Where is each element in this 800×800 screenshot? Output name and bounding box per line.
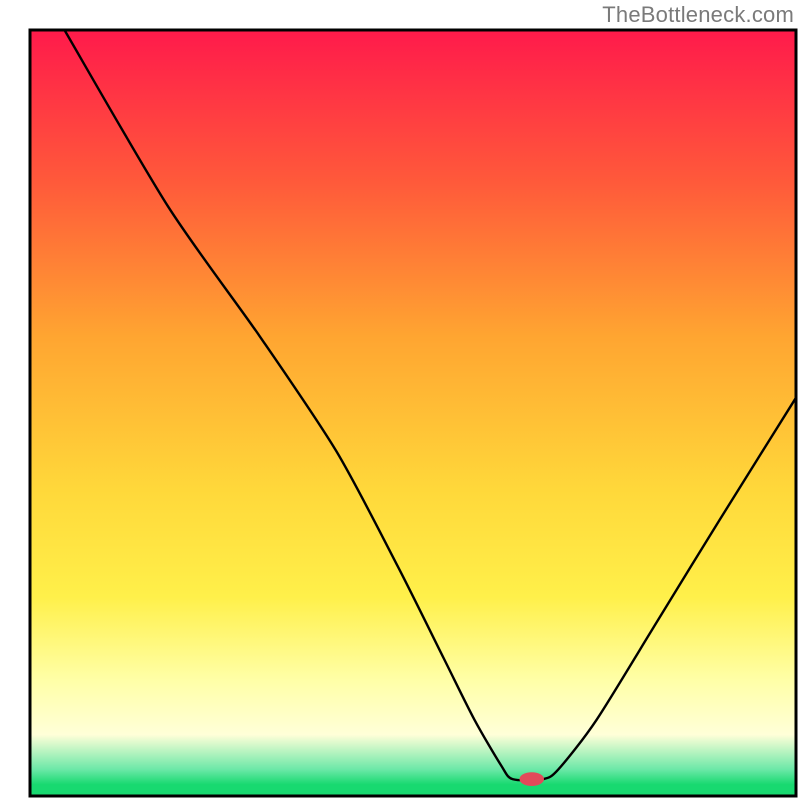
chart-container: TheBottleneck.com <box>0 0 800 800</box>
chart-background <box>30 30 796 796</box>
watermark-label: TheBottleneck.com <box>602 2 794 28</box>
bottleneck-chart <box>0 0 800 800</box>
minimum-marker <box>519 772 544 786</box>
